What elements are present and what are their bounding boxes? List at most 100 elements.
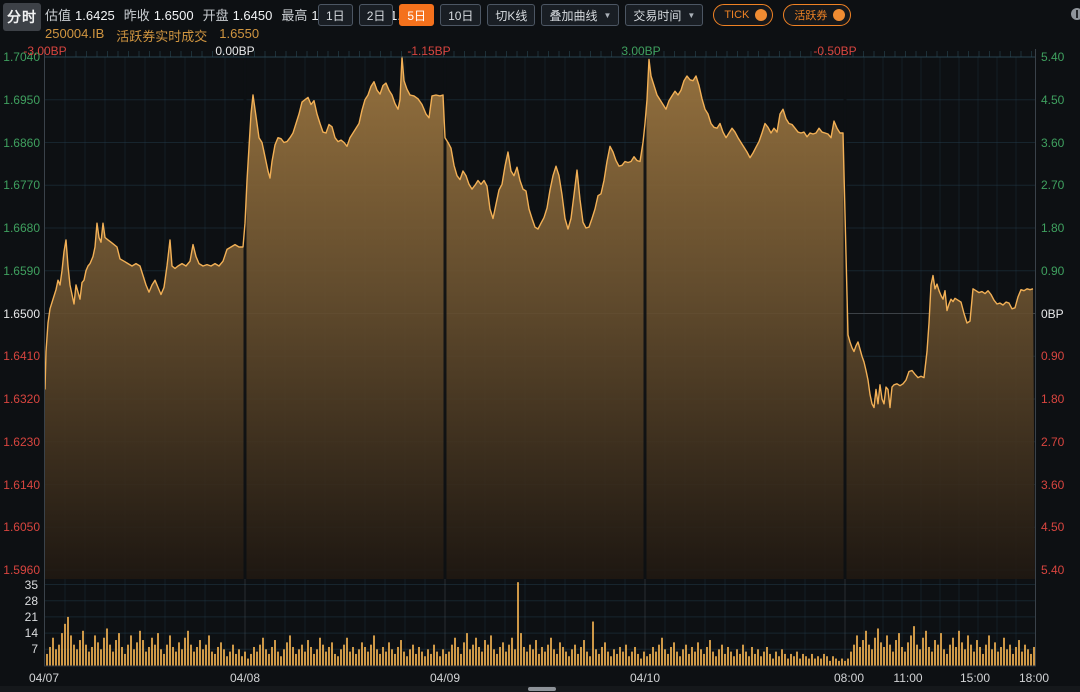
volume-bar [931, 652, 933, 666]
volume-bar [787, 659, 789, 666]
volume-bar [718, 649, 720, 665]
volume-bar [946, 654, 948, 666]
volume-bar [985, 645, 987, 666]
volume-bar [181, 649, 183, 665]
volume-bar [646, 656, 648, 665]
volume-bar [427, 649, 429, 665]
volume-bar [970, 645, 972, 666]
y-axis-label-right: 5.40 [1041, 50, 1064, 64]
volume-bar [991, 649, 993, 665]
volume-bar [115, 640, 117, 665]
volume-bar [715, 656, 717, 665]
volume-bar [541, 647, 543, 666]
range-button-10日[interactable]: 10日 [440, 4, 481, 26]
y-axis-label-right: 0.90 [1041, 264, 1064, 278]
volume-bar [325, 652, 327, 666]
volume-bar [820, 659, 822, 666]
volume-axis-label: 28 [0, 594, 38, 608]
volume-bar [220, 642, 222, 665]
volume-bar [388, 642, 390, 665]
day-separator [244, 57, 247, 579]
toggle-活跃券[interactable]: 活跃券 [783, 4, 851, 26]
toggle-TICK[interactable]: TICK [713, 4, 773, 26]
volume-bar [367, 652, 369, 666]
horizontal-scrollbar-thumb[interactable] [528, 687, 556, 691]
volume-bar [511, 638, 513, 666]
tab-intraday[interactable]: 分时 [3, 3, 41, 31]
volume-bar [574, 645, 576, 666]
trading-terminal: 分时 估值1.6425昨收1.6500开盘1.6450最高1.6575最低1.6… [0, 0, 1080, 692]
volume-bar [943, 649, 945, 665]
volume-bar [865, 631, 867, 666]
volume-bar [217, 647, 219, 666]
volume-bar [286, 642, 288, 665]
volume-bar [172, 647, 174, 666]
y-axis-label-left: 1.6860 [0, 136, 40, 150]
volume-bar [697, 642, 699, 665]
info-icon[interactable] [1071, 8, 1080, 20]
volume-bar [151, 638, 153, 666]
volume-bar [793, 656, 795, 665]
range-button-5日[interactable]: 5日 [399, 4, 434, 26]
y-axis-label-right: 2.70 [1041, 178, 1064, 192]
volume-bar [199, 640, 201, 665]
volume-bar [850, 652, 852, 666]
volume-bar [205, 645, 207, 666]
volume-bar [490, 635, 492, 665]
volume-bar [802, 654, 804, 666]
intraday-chart[interactable]: 1.70401.69501.68601.67701.66801.65901.65… [0, 40, 1080, 692]
volume-bar [148, 647, 150, 666]
volume-bar [769, 654, 771, 666]
dropdown-交易时间[interactable]: 交易时间▼ [625, 4, 703, 26]
volume-bar [784, 654, 786, 666]
volume-bar [178, 642, 180, 665]
volume-bar [628, 656, 630, 665]
y-axis-label-right: 4.50 [1041, 93, 1064, 107]
volume-bar [598, 654, 600, 666]
volume-bar [1018, 640, 1020, 665]
volume-bar [631, 652, 633, 666]
x-axis-label: 04/09 [430, 671, 460, 685]
volume-bar [394, 654, 396, 666]
volume-bar [571, 649, 573, 665]
range-button-切K线[interactable]: 切K线 [487, 4, 535, 26]
volume-bar [664, 649, 666, 665]
volume-bar [109, 645, 111, 666]
volume-bar [982, 654, 984, 666]
volume-bar [652, 647, 654, 666]
chart-canvas[interactable] [0, 40, 1080, 692]
volume-bar [145, 652, 147, 666]
volume-bar [61, 633, 63, 665]
volume-bar [157, 633, 159, 665]
volume-bar [1015, 647, 1017, 666]
volume-bar [637, 654, 639, 666]
volume-bar [811, 654, 813, 666]
volume-bar [568, 656, 570, 665]
dropdown-叠加曲线[interactable]: 叠加曲线▼ [541, 4, 619, 26]
volume-bar [169, 635, 171, 665]
day-separator [844, 57, 847, 579]
volume-bar [895, 640, 897, 665]
volume-bar [661, 638, 663, 666]
volume-bar [349, 652, 351, 666]
volume-bar [952, 638, 954, 666]
volume-bar [316, 649, 318, 665]
volume-bar [421, 652, 423, 666]
volume-bar [604, 642, 606, 665]
volume-bar [370, 645, 372, 666]
toolbar-buttons: 1日 2日5日 10日切K线叠加曲线▼ 交易时间▼ TICK 活跃券 [318, 4, 851, 26]
volume-bar [118, 633, 120, 665]
volume-axis-label: 7 [0, 642, 38, 656]
range-button-2日[interactable]: 2日 [359, 4, 394, 26]
volume-bar [226, 656, 228, 665]
volume-bar [190, 645, 192, 666]
volume-bar [841, 659, 843, 666]
range-button-1日[interactable]: 1日 [318, 4, 353, 26]
volume-bar [52, 638, 54, 666]
x-axis-label: 11:00 [893, 671, 922, 685]
y-axis-label-left: 1.6950 [0, 93, 40, 107]
volume-bar [976, 640, 978, 665]
volume-bar [424, 656, 426, 665]
y-axis-label-left: 1.6770 [0, 178, 40, 192]
volume-bar [838, 661, 840, 666]
